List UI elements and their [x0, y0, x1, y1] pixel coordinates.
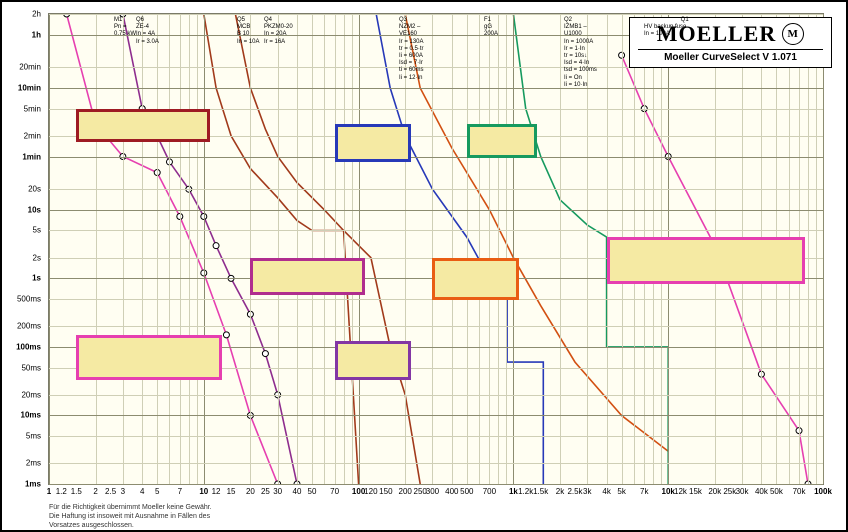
data-point — [213, 243, 219, 249]
x-label: 2k — [556, 487, 564, 496]
x-label: 1.5k — [533, 487, 548, 496]
x-label: 7 — [178, 487, 182, 496]
footer-disclaimer: Für die Richtigkeit übernimmt Moeller ke… — [49, 504, 212, 530]
curve-label: Q1 HV backup fuse In = 100A — [642, 16, 691, 40]
x-label: 500 — [460, 487, 473, 496]
x-label: 1k — [509, 487, 518, 496]
callout-box — [250, 258, 364, 295]
x-label: 400 — [445, 487, 458, 496]
x-label: 25k — [723, 487, 736, 496]
x-label: 10k — [662, 487, 675, 496]
curve-label: Q3 NZM2 – VE160 Ir = 130A tr = 0.5·tr Ii… — [397, 16, 426, 83]
callout-box — [607, 237, 805, 284]
y-label: 5ms — [1, 432, 41, 441]
callout-box — [76, 335, 222, 380]
x-label: 3 — [121, 487, 125, 496]
x-label: 120 — [364, 487, 377, 496]
y-label: 5s — [1, 226, 41, 235]
x-label: 12k — [674, 487, 687, 496]
y-label: 2ms — [1, 459, 41, 468]
x-label: 50 — [308, 487, 317, 496]
x-label: 3k — [583, 487, 591, 496]
callout-box — [335, 341, 412, 380]
callout-box — [76, 109, 210, 142]
x-label: 5k — [617, 487, 625, 496]
y-label: 10s — [1, 205, 41, 214]
y-label: 10min — [1, 83, 41, 92]
x-label: 12 — [212, 487, 221, 496]
y-label: 20min — [1, 63, 41, 72]
curve — [123, 14, 297, 484]
x-label: 7k — [640, 487, 648, 496]
x-label: 20k — [708, 487, 721, 496]
x-label: 15k — [689, 487, 702, 496]
data-point — [262, 351, 268, 357]
callout-box — [467, 124, 537, 158]
callout-box — [432, 258, 519, 300]
x-label: 150 — [379, 487, 392, 496]
y-label: 5min — [1, 104, 41, 113]
page: MOELLER M Moeller CurveSelect V 1.071 Fü… — [0, 0, 848, 532]
x-label: 2.5k — [567, 487, 582, 496]
x-label: 1 — [47, 487, 51, 496]
y-label: 10ms — [1, 411, 41, 420]
x-label: 300 — [426, 487, 439, 496]
y-label: 20s — [1, 185, 41, 194]
x-label: 30k — [736, 487, 749, 496]
x-label: 2.5 — [105, 487, 116, 496]
curve-label: F1 gG 200A — [482, 16, 500, 40]
x-label: 4k — [602, 487, 610, 496]
x-label: 15 — [227, 487, 236, 496]
x-label: 40 — [293, 487, 302, 496]
x-label: 1.2k — [518, 487, 533, 496]
curve — [67, 14, 278, 484]
x-label: 1.2 — [56, 487, 67, 496]
x-label: 700 — [483, 487, 496, 496]
x-label: 4 — [140, 487, 144, 496]
x-label: 25 — [261, 487, 270, 496]
y-label: 1h — [1, 30, 41, 39]
x-label: 100k — [814, 487, 832, 496]
curve — [376, 14, 543, 484]
x-label: 10 — [199, 487, 208, 496]
brand-subtitle: Moeller CurveSelect V 1.071 — [638, 52, 823, 63]
x-label: 30 — [273, 487, 282, 496]
curve-label: Q6 ZE-4 In = 4A Ir = 3.0A — [134, 16, 161, 47]
brand-ring-icon: M — [782, 23, 804, 45]
curve — [235, 14, 420, 484]
y-label: 20ms — [1, 390, 41, 399]
curve-label: Q2 IZMB1 – U1000 In = 1000A Ir = 1·In tr… — [562, 16, 599, 90]
x-label: 40k — [755, 487, 768, 496]
x-label: 50k — [770, 487, 783, 496]
y-label: 2h — [1, 10, 41, 19]
data-point — [223, 332, 229, 338]
x-label: 5 — [155, 487, 159, 496]
y-label: 1min — [1, 152, 41, 161]
y-label: 1s — [1, 274, 41, 283]
x-label: 1.5 — [71, 487, 82, 496]
curve — [405, 14, 668, 451]
y-label: 50ms — [1, 363, 41, 372]
y-label: 200ms — [1, 322, 41, 331]
y-label: 2s — [1, 253, 41, 262]
curve-label: Q4 PKZM0-20 In = 20A Ir = 16A — [262, 16, 295, 47]
y-label: 500ms — [1, 295, 41, 304]
x-label: 200 — [399, 487, 412, 496]
x-label: 70k — [793, 487, 806, 496]
x-label: 2 — [93, 487, 97, 496]
x-label: 70 — [330, 487, 339, 496]
y-label: 2min — [1, 131, 41, 140]
y-label: 1ms — [1, 480, 41, 489]
callout-box — [335, 124, 412, 163]
y-label: 100ms — [1, 342, 41, 351]
x-label: 20 — [246, 487, 255, 496]
curve-label: Q5 MCB B 10 In = 10A — [235, 16, 262, 47]
